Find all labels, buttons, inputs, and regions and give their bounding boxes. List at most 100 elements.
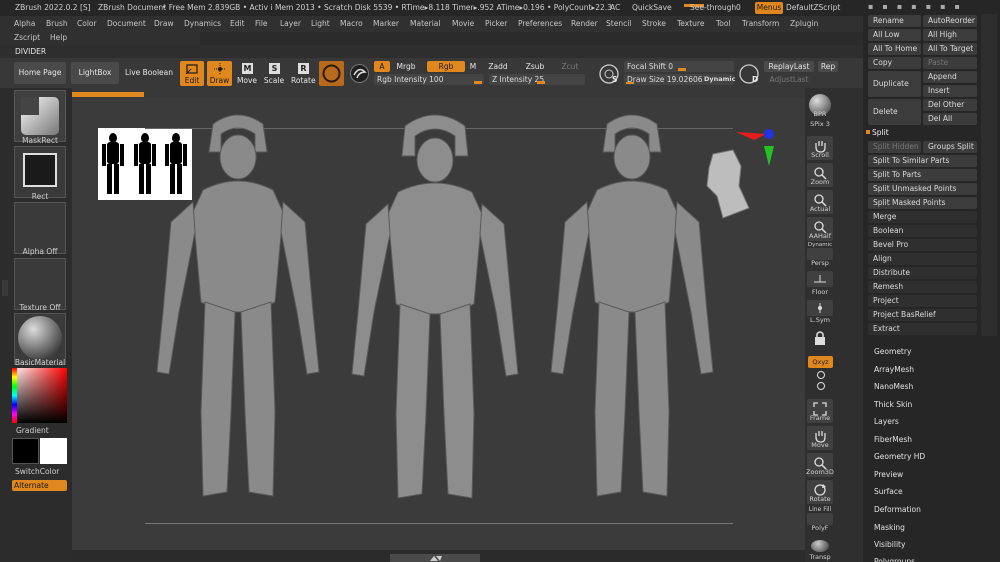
hue-strip[interactable] (12, 368, 17, 423)
menu-stroke[interactable]: Stroke (642, 19, 666, 28)
rename-button[interactable]: Rename (868, 15, 921, 27)
insert-button[interactable]: Insert (923, 85, 977, 97)
alternate-button[interactable]: Alternate (12, 480, 67, 491)
spix-label[interactable]: SPix 3 (804, 120, 836, 128)
stroke-preview-button[interactable] (348, 61, 370, 86)
remesh-section[interactable]: Remesh (868, 281, 977, 293)
edit-button[interactable]: Edit (180, 61, 204, 86)
del-all-button[interactable]: Del All (923, 113, 977, 125)
bevel-pro-section[interactable]: Bevel Pro (868, 239, 977, 251)
split-section-header[interactable]: Split (872, 128, 889, 137)
nanomesh-section[interactable]: NanoMesh (874, 382, 913, 391)
menu-movie[interactable]: Movie (452, 19, 474, 28)
surface-section[interactable]: Surface (874, 487, 903, 496)
rgb-intensity-handle[interactable] (474, 81, 482, 84)
menu-help[interactable]: Help (50, 33, 67, 42)
color-picker-square[interactable] (12, 368, 67, 423)
xyz-button[interactable]: Qxyz (808, 356, 833, 368)
seethrough-label[interactable]: See-through (690, 3, 736, 12)
menu-stencil[interactable]: Stencil (606, 19, 631, 28)
m-toggle[interactable]: M (466, 61, 480, 72)
lsym-button[interactable] (807, 300, 833, 316)
adjustlast-button[interactable]: AdjustLast (764, 74, 814, 85)
split-unmasked-points-button[interactable]: Split Unmasked Points (868, 183, 977, 195)
rotate-button[interactable]: R Rotate (291, 61, 316, 86)
menu-texture[interactable]: Texture (677, 19, 704, 28)
rep-button[interactable]: Rep (818, 61, 838, 72)
menu-file[interactable]: File (255, 19, 268, 28)
menu-macro[interactable]: Macro (340, 19, 363, 28)
menu-draw[interactable]: Draw (154, 19, 174, 28)
split-to-parts-button[interactable]: Split To Parts (868, 169, 977, 181)
rect-stroke-tile[interactable] (14, 146, 66, 198)
maskrect-brush-tile[interactable] (14, 90, 66, 142)
duplicate-button[interactable]: Duplicate (868, 71, 921, 97)
menu-transform[interactable]: Transform (742, 19, 779, 28)
menu-material[interactable]: Material (410, 19, 440, 28)
quicksave-button[interactable]: QuickSave (632, 3, 672, 12)
fibermesh-section[interactable]: FiberMesh (874, 435, 912, 444)
dynamic-label[interactable]: Dynamic (704, 75, 736, 83)
menu-color[interactable]: Color (77, 19, 97, 28)
thick-skin-section[interactable]: Thick Skin (874, 400, 912, 409)
zsub-toggle[interactable]: Zsub (521, 61, 549, 72)
preview-section[interactable]: Preview (874, 470, 903, 479)
material-preview-button[interactable] (319, 61, 344, 86)
a-toggle[interactable]: A (374, 61, 390, 72)
deformation-section[interactable]: Deformation (874, 505, 921, 514)
focal-shift-slider[interactable]: Focal Shift 0 (624, 61, 734, 72)
masking-section[interactable]: Masking (874, 523, 905, 532)
del-other-button[interactable]: Del Other (923, 99, 977, 111)
gradient-label[interactable]: Gradient (16, 426, 68, 435)
geometry-hd-section[interactable]: Geometry HD (874, 452, 925, 461)
menus-button[interactable]: Menus (755, 2, 783, 14)
primary-color-swatch[interactable] (40, 438, 67, 464)
menu-layer[interactable]: Layer (280, 19, 301, 28)
left-collapse-handle[interactable] (2, 280, 8, 296)
menu-tool[interactable]: Tool (716, 19, 731, 28)
z-intensity-slider[interactable]: Z Intensity 25 (489, 74, 585, 85)
zadd-toggle[interactable]: Zadd (485, 61, 511, 72)
bottom-tray-handle[interactable] (390, 554, 480, 562)
bpr-label[interactable]: BPR (804, 110, 836, 118)
window-controls[interactable]: ▪▪▪▪▪▪▪ (868, 2, 998, 14)
home-page-button[interactable]: Home Page (14, 62, 66, 84)
menu-zscript[interactable]: Zscript (14, 33, 40, 42)
menu-preferences[interactable]: Preferences (518, 19, 562, 28)
d-brush-button[interactable]: D (738, 63, 760, 85)
move-button[interactable]: M Move (236, 61, 258, 86)
focal-shift-handle[interactable] (678, 68, 686, 71)
draw-size-slider[interactable]: Draw Size 19.02606 Dynamic (624, 74, 736, 85)
append-button[interactable]: Append (923, 71, 977, 83)
layers-section[interactable]: Layers (874, 417, 899, 426)
scale-button[interactable]: S Scale (263, 61, 285, 86)
menu-edit[interactable]: Edit (230, 19, 245, 28)
lightbox-button[interactable]: LightBox (71, 62, 119, 84)
menu-zplugin[interactable]: Zplugin (790, 19, 818, 28)
all-high-button[interactable]: All High (923, 29, 977, 41)
floor-button[interactable] (807, 271, 833, 287)
rgb-intensity-slider[interactable]: Rgb Intensity 100 (374, 74, 484, 85)
autoreorder-button[interactable]: AutoReorder (923, 15, 977, 27)
mrgb-toggle[interactable]: Mrgb (393, 61, 419, 72)
delete-button[interactable]: Delete (868, 99, 921, 125)
distribute-section[interactable]: Distribute (868, 267, 977, 279)
menu-marker[interactable]: Marker (373, 19, 399, 28)
visibility-section[interactable]: Visibility (874, 540, 905, 549)
switchcolor-button[interactable]: SwitchColor (15, 467, 67, 476)
zcut-toggle[interactable]: Zcut (557, 61, 583, 72)
panel-scrollbar[interactable] (981, 14, 997, 336)
all-to-target-button[interactable]: All To Target (923, 43, 977, 55)
menu-light[interactable]: Light (311, 19, 330, 28)
menu-brush[interactable]: Brush (46, 19, 68, 28)
paste-button[interactable]: Paste (923, 57, 977, 69)
transp-icon[interactable] (811, 540, 829, 552)
groups-split-button[interactable]: Groups Split (923, 141, 977, 153)
extract-section[interactable]: Extract (868, 323, 977, 335)
geometry-section[interactable]: Geometry (874, 347, 911, 356)
rotation-axis-icons[interactable] (814, 370, 828, 392)
defaultzscript-button[interactable]: DefaultZScript (786, 3, 840, 12)
align-section[interactable]: Align (868, 253, 977, 265)
menu-dynamics[interactable]: Dynamics (184, 19, 221, 28)
merge-section[interactable]: Merge (868, 211, 977, 223)
